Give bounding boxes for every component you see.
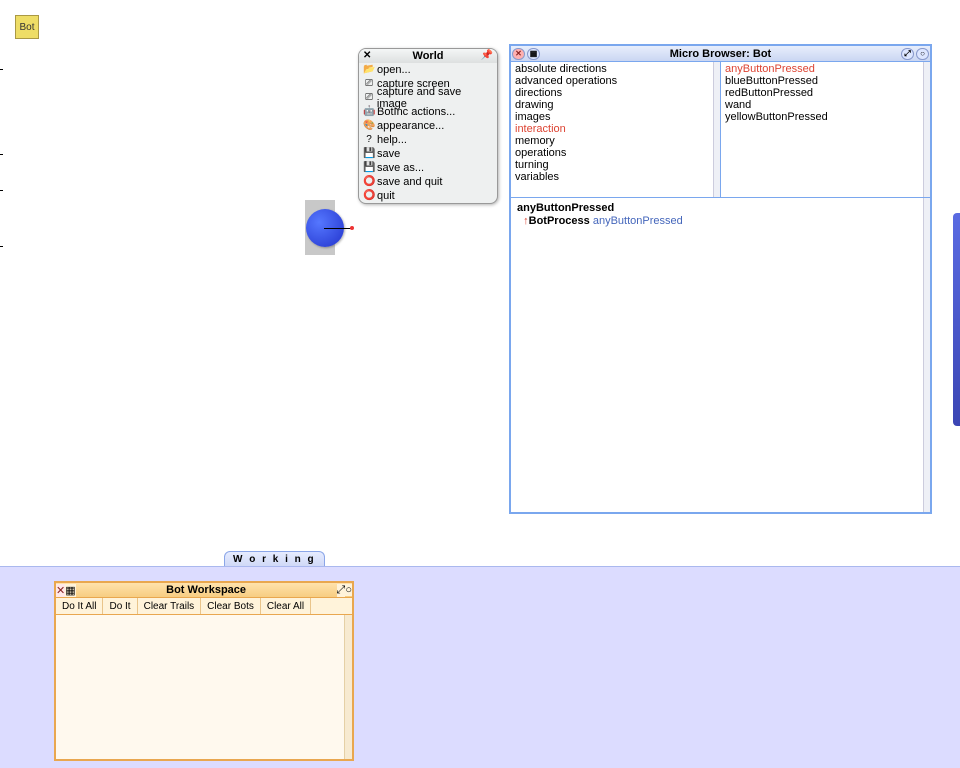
collapse-icon[interactable]: ○ [345,584,352,596]
bot-chip[interactable]: Bot [15,15,39,39]
bot-chip-label: Bot [19,22,34,33]
menu-item-icon: ⎚ [363,92,375,104]
right-flap[interactable] [953,213,960,426]
tick-mark [0,69,3,70]
method-item[interactable]: yellowButtonPressed [721,111,930,123]
protocol-item[interactable]: directions [511,87,720,99]
protocol-item[interactable]: absolute directions [511,63,720,75]
workspace-toolbar: Do It AllDo ItClear TrailsClear BotsClea… [56,598,352,615]
menu-item-label: save and quit [377,176,442,188]
menu-item-icon: 💾 [363,162,375,174]
scrollbar[interactable] [713,62,720,197]
scrollbar[interactable] [923,198,930,512]
working-tab[interactable]: W o r k i n g [224,551,325,567]
bot-workspace-window: ✕ ▦ Bot Workspace ⤢ ○ Do It AllDo ItClea… [54,581,354,761]
code-body: ↑BotProcess anyButtonPressed [517,215,924,228]
menu-item-icon: ⭕ [363,176,375,188]
protocol-item[interactable]: drawing [511,99,720,111]
protocol-item[interactable]: turning [511,159,720,171]
world-menu-item[interactable]: 💾save [359,147,497,161]
world-menu-titlebar: ✕ World 📌 [359,49,497,63]
workspace-button[interactable]: Clear Trails [138,598,202,614]
world-menu-item[interactable]: ⭕save and quit [359,175,497,189]
world-menu-title: World [413,50,444,62]
world-menu-item[interactable]: ⎚capture and save image [359,91,497,105]
expand-icon[interactable]: ⤢ [337,584,346,597]
menu-icon[interactable]: ▦ [65,584,75,597]
world-menu-item[interactable]: ?help... [359,133,497,147]
menu-item-icon: ⭕ [363,190,375,202]
menu-item-label: appearance... [377,120,444,132]
browser-titlebar[interactable]: ✕ ▦ Micro Browser: Bot ⤢ ○ [511,46,930,62]
close-icon[interactable]: ✕ [56,584,65,597]
menu-item-label: save as... [377,162,424,174]
workspace-button[interactable]: Clear All [261,598,311,614]
menu-item-icon: 🎨 [363,120,375,132]
tick-mark [0,154,3,155]
menu-item-label: BotInc actions... [377,106,455,118]
menu-item-icon: 📂 [363,64,375,76]
protocol-list[interactable]: absolute directionsadvanced operationsdi… [511,62,720,197]
menu-item-label: help... [377,134,407,146]
collapse-icon[interactable]: ○ [916,48,929,60]
expand-icon[interactable]: ⤢ [901,48,914,60]
method-item[interactable]: wand [721,99,930,111]
method-list[interactable]: anyButtonPressedblueButtonPressedredButt… [720,62,930,197]
method-item[interactable]: anyButtonPressed [721,63,930,75]
workspace-button[interactable]: Do It [103,598,137,614]
working-tab-label: W o r k i n g [233,554,316,565]
close-icon[interactable]: ✕ [363,50,371,61]
world-menu-item[interactable]: 📂open... [359,63,497,77]
micro-browser-window: ✕ ▦ Micro Browser: Bot ⤢ ○ absolute dire… [509,44,932,514]
workspace-titlebar[interactable]: ✕ ▦ Bot Workspace ⤢ ○ [56,583,352,598]
method-item[interactable]: blueButtonPressed [721,75,930,87]
world-menu: ✕ World 📌 📂open...⎚capture screen⎚captur… [358,48,498,204]
protocol-item[interactable]: memory [511,135,720,147]
menu-item-icon: ⎚ [363,78,375,90]
tick-mark [0,190,3,191]
world-menu-item[interactable]: 🎨appearance... [359,119,497,133]
method-item[interactable]: redButtonPressed [721,87,930,99]
workspace-text-area[interactable] [56,615,352,759]
workspace-button[interactable]: Clear Bots [201,598,261,614]
code-method-header: anyButtonPressed [517,202,924,215]
menu-item-label: open... [377,64,411,76]
world-menu-item[interactable]: ⭕quit [359,189,497,203]
code-pane[interactable]: anyButtonPressed ↑BotProcess anyButtonPr… [511,198,930,512]
protocol-item[interactable]: operations [511,147,720,159]
protocol-item[interactable]: advanced operations [511,75,720,87]
code-message: anyButtonPressed [593,215,683,227]
menu-item-label: quit [377,190,395,202]
scrollbar[interactable] [923,62,930,197]
menu-item-icon: 🤖 [363,106,375,118]
protocol-item[interactable]: variables [511,171,720,183]
world-menu-item[interactable]: 💾save as... [359,161,497,175]
code-class: BotProcess [529,215,590,227]
workspace-title: Bot Workspace [76,584,337,596]
menu-item-label: save [377,148,400,160]
protocol-item[interactable]: images [511,111,720,123]
close-icon[interactable]: ✕ [512,48,525,60]
protocol-item[interactable]: interaction [511,123,720,135]
robot-direction-indicator [324,228,352,229]
pin-icon[interactable]: 📌 [481,50,493,61]
workspace-button[interactable]: Do It All [56,598,103,614]
tick-mark [0,246,3,247]
menu-icon[interactable]: ▦ [527,48,540,60]
menu-item-icon: ? [363,134,375,146]
browser-title: Micro Browser: Bot [541,48,900,60]
scrollbar[interactable] [344,615,352,759]
menu-item-icon: 💾 [363,148,375,160]
